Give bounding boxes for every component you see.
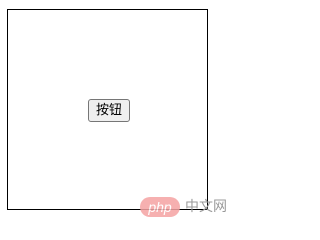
- button[interactable]: 按钮: [88, 99, 130, 122]
- page-canvas: 按钮 php 中文网: [0, 0, 241, 239]
